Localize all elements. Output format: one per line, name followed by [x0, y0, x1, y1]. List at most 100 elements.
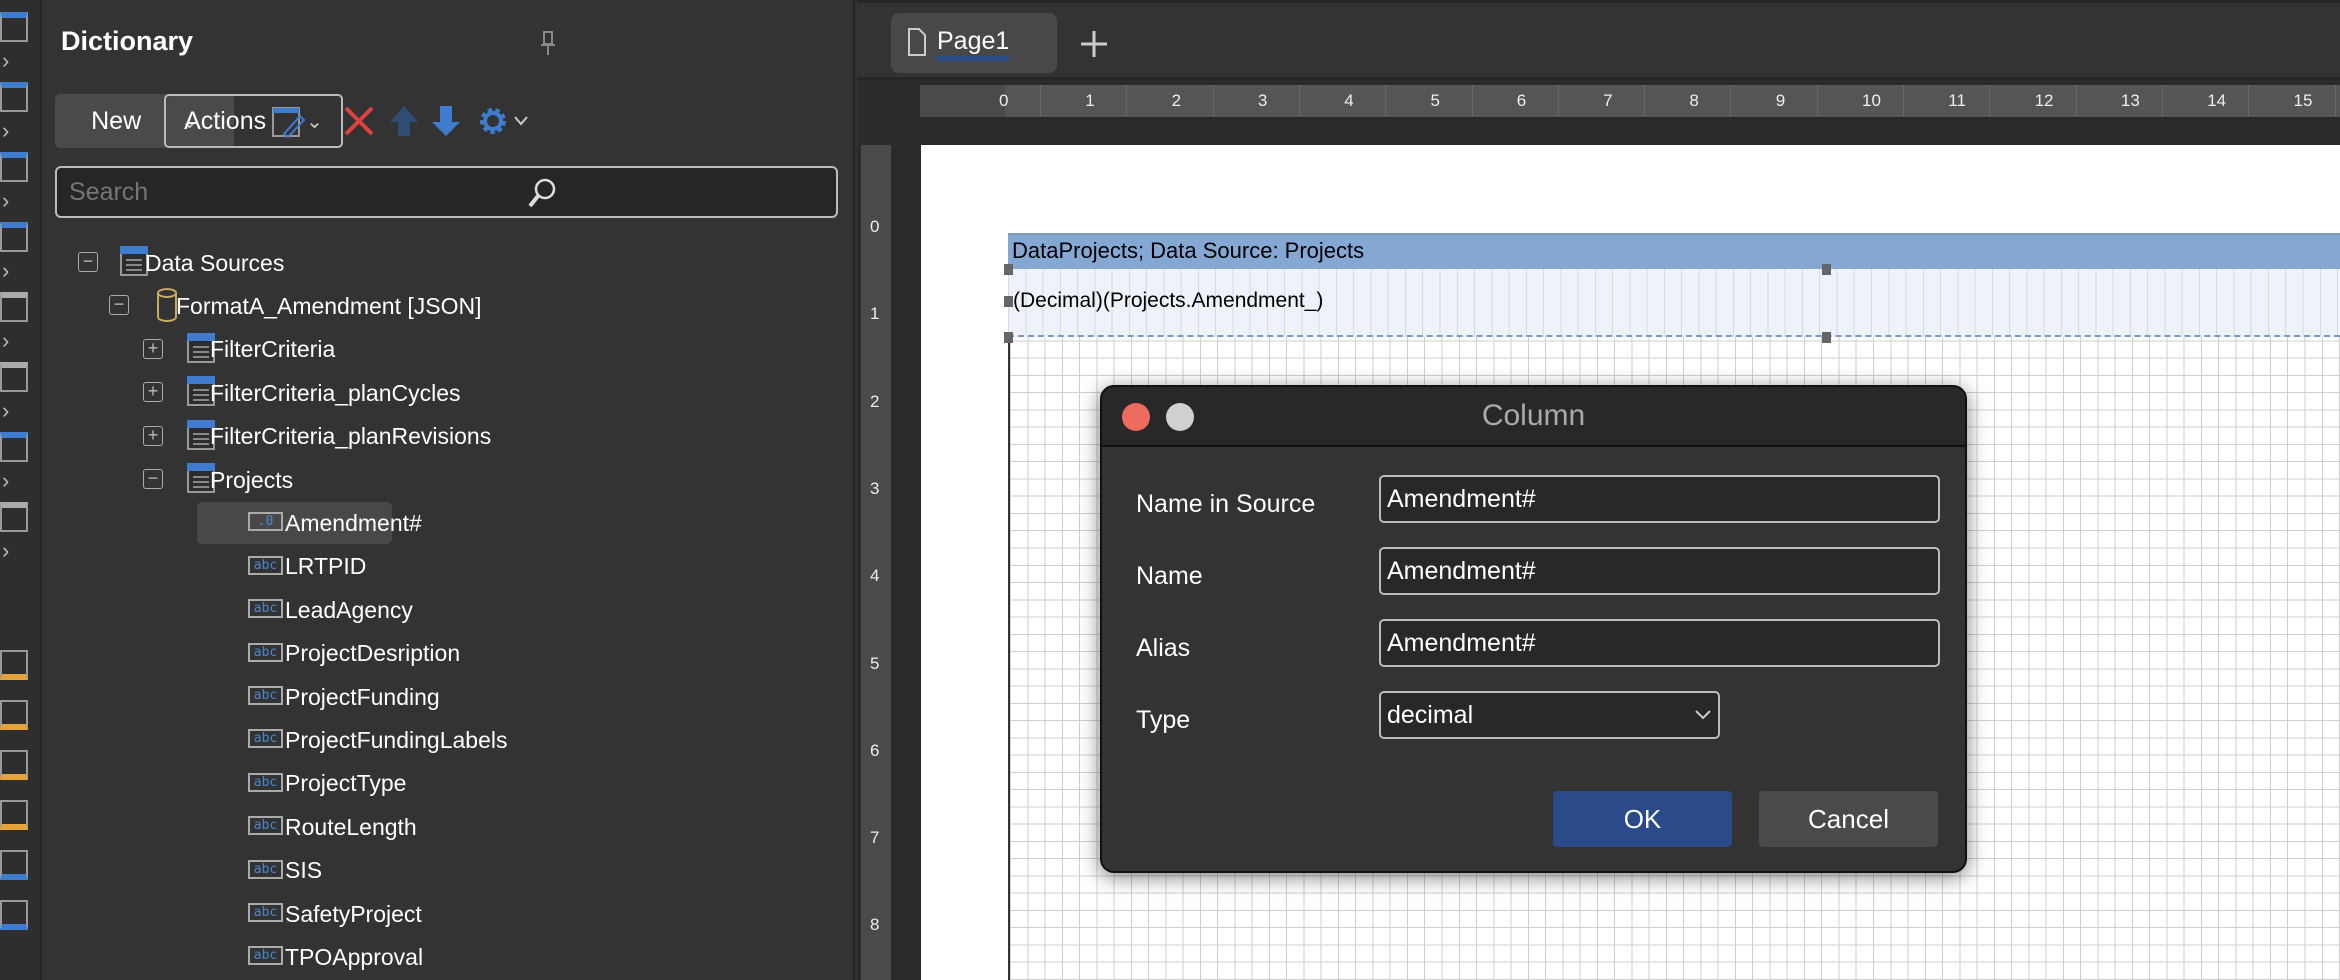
ruler-label: 11: [1948, 91, 1966, 110]
component-tool-icon[interactable]: [0, 82, 28, 112]
string-column-icon: abc: [248, 599, 283, 619]
tree-item[interactable]: TPOApproval: [285, 937, 423, 977]
tree-item[interactable]: ProjectFundingLabels: [285, 720, 507, 760]
ruler-label: 5: [870, 653, 880, 673]
add-page-icon[interactable]: [1079, 29, 1109, 59]
expand-icon[interactable]: +: [143, 382, 163, 403]
ruler-label: 0: [999, 91, 1009, 110]
component-tool-icon[interactable]: [0, 292, 28, 322]
band-tool-icon[interactable]: [0, 900, 28, 930]
ruler-label: 14: [2207, 91, 2227, 110]
tree-item[interactable]: FilterCriteria_planRevisions: [210, 417, 491, 457]
component-tool-icon[interactable]: [0, 362, 28, 392]
search-input[interactable]: [55, 166, 838, 218]
component-tool-icon[interactable]: [0, 12, 28, 42]
tree-item[interactable]: ProjectFunding: [285, 677, 440, 717]
string-column-icon: abc: [248, 816, 283, 836]
ruler-label: 1: [870, 304, 880, 324]
tab-page1[interactable]: Page1: [891, 13, 1057, 73]
ok-button[interactable]: OK: [1553, 791, 1732, 847]
move-up-icon[interactable]: [388, 104, 420, 138]
band-tool-icon[interactable]: [0, 850, 28, 880]
alias-label: Alias: [1136, 634, 1191, 662]
ruler-label: 8: [870, 915, 880, 935]
component-toolbar: › › › › › › › ›: [0, 0, 42, 980]
settings-icon[interactable]: [477, 104, 533, 138]
tree-item[interactable]: RouteLength: [285, 807, 417, 847]
tree-item[interactable]: Projects: [210, 460, 293, 500]
tree-item[interactable]: SafetyProject: [285, 894, 422, 934]
type-select[interactable]: decimal: [1379, 691, 1720, 739]
tree-item[interactable]: LRTPID: [285, 547, 366, 587]
pin-icon[interactable]: [540, 30, 556, 56]
chevron-right-icon[interactable]: ›: [2, 50, 9, 72]
horizontal-ruler: 0 1 2 3 4 5 6 7 8 9 10 11 12 13 14 15: [920, 85, 2340, 117]
resize-handle[interactable]: [1822, 332, 1831, 343]
chevron-right-icon[interactable]: ›: [2, 260, 9, 282]
ruler-label: 9: [1775, 91, 1786, 110]
chevron-right-icon[interactable]: ›: [2, 470, 9, 492]
new-label: New: [91, 106, 142, 135]
actions-label: Actions: [184, 106, 267, 135]
component-tool-icon[interactable]: [0, 152, 28, 182]
expand-icon[interactable]: +: [143, 425, 163, 446]
text-component[interactable]: (Decimal)(Projects.Amendment_): [1013, 289, 1323, 313]
chevron-right-icon[interactable]: ›: [2, 330, 9, 352]
delete-icon[interactable]: [342, 104, 376, 138]
ruler-label: 6: [870, 740, 880, 760]
chevron-right-icon[interactable]: ›: [2, 540, 9, 562]
ruler-label: 8: [1689, 91, 1699, 110]
tree-item[interactable]: Amendment#: [285, 503, 422, 543]
data-band[interactable]: (Decimal)(Projects.Amendment_): [1008, 269, 2340, 337]
name-in-source-field[interactable]: [1379, 475, 1940, 523]
band-tool-icon[interactable]: [0, 800, 28, 830]
chevron-right-icon[interactable]: ›: [2, 400, 9, 422]
collapse-icon[interactable]: −: [109, 295, 129, 316]
actions-button[interactable]: Actions ⌄: [164, 94, 343, 148]
data-band-header[interactable]: DataProjects; Data Source: Projects: [1008, 233, 2340, 269]
ruler-label: 1: [1085, 91, 1095, 110]
component-tool-icon[interactable]: [0, 502, 28, 532]
dialog-title: Column: [1481, 399, 1586, 432]
string-column-icon: abc: [248, 903, 283, 922]
tree-item[interactable]: FilterCriteria: [210, 330, 335, 370]
dialog-titlebar: Column: [1102, 387, 1965, 447]
string-column-icon: abc: [248, 772, 283, 792]
band-tool-icon[interactable]: [0, 700, 28, 730]
ruler-label: 7: [1603, 91, 1613, 110]
edit-icon[interactable]: [270, 104, 306, 140]
ruler-label: 5: [1430, 91, 1440, 110]
collapse-icon[interactable]: −: [78, 252, 98, 272]
ruler-label: 0: [870, 217, 880, 236]
tree-item[interactable]: ProjectDesription: [285, 634, 460, 674]
resize-handle[interactable]: [1004, 296, 1013, 307]
band-tool-icon[interactable]: [0, 750, 28, 780]
component-tool-icon[interactable]: [0, 432, 28, 462]
name-field[interactable]: [1379, 547, 1940, 595]
chevron-down-icon: [1695, 710, 1711, 720]
panel-title: Dictionary: [61, 26, 194, 56]
tree-item[interactable]: ProjectType: [285, 764, 406, 804]
search-icon[interactable]: [526, 176, 558, 210]
chevron-right-icon[interactable]: ›: [2, 120, 9, 142]
move-down-icon[interactable]: [430, 104, 462, 138]
resize-handle[interactable]: [1004, 332, 1013, 343]
resize-handle[interactable]: [1004, 264, 1013, 275]
alias-field[interactable]: [1379, 619, 1940, 667]
name-label: Name: [1136, 562, 1203, 590]
tree-item[interactable]: SIS: [285, 851, 322, 891]
tree-item[interactable]: FormatA_Amendment [JSON]: [176, 286, 482, 326]
string-column-icon: abc: [248, 555, 283, 575]
tree-item[interactable]: Data Sources: [145, 243, 284, 283]
type-label: Type: [1136, 706, 1191, 734]
ruler-label: 6: [1516, 91, 1527, 110]
component-tool-icon[interactable]: [0, 222, 28, 252]
expand-icon[interactable]: +: [143, 338, 163, 359]
resize-handle[interactable]: [1822, 264, 1831, 275]
cancel-button[interactable]: Cancel: [1759, 791, 1938, 847]
band-tool-icon[interactable]: [0, 650, 28, 680]
tree-item[interactable]: FilterCriteria_planCycles: [210, 373, 461, 413]
tree-item[interactable]: LeadAgency: [285, 590, 413, 630]
collapse-icon[interactable]: −: [143, 469, 163, 489]
chevron-right-icon[interactable]: ›: [2, 190, 9, 212]
